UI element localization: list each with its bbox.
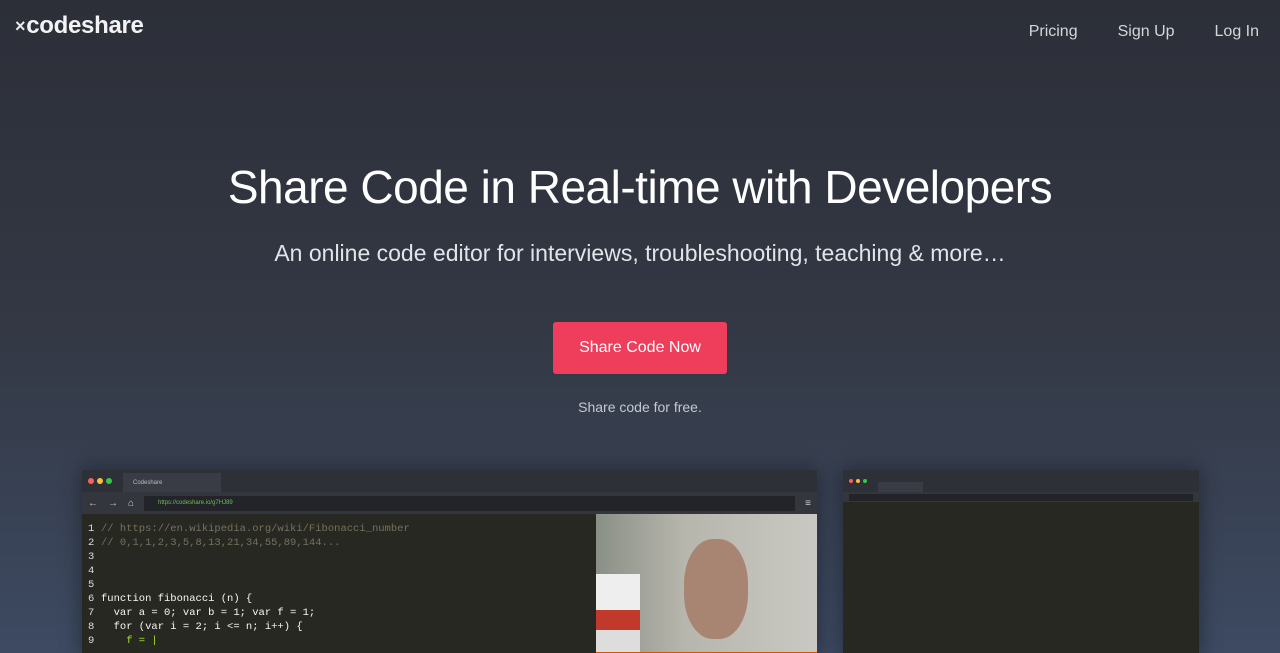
maximize-dot-icon: [863, 479, 867, 483]
nav-pricing[interactable]: Pricing: [1029, 23, 1078, 41]
share-code-now-button[interactable]: Share Code Now: [553, 322, 727, 374]
hero-subtitle: An online code editor for interviews, tr…: [274, 240, 1006, 266]
hero-title: Share Code in Real-time with Developers: [227, 161, 1053, 213]
home-icon: ⌂: [128, 497, 135, 509]
browser-tab: Codeshare: [123, 473, 221, 492]
top-nav: Pricing Sign Up Log In: [1029, 23, 1259, 41]
maximize-dot-icon: [106, 478, 112, 484]
plant-pot: [596, 574, 640, 653]
editor-preview-window: Codeshare ← → ⌂ https://codeshare.io/g7HJ8…: [82, 470, 817, 653]
back-icon: ←: [88, 497, 98, 509]
nav-sign-up[interactable]: Sign Up: [1118, 23, 1175, 41]
person-face: [684, 539, 748, 639]
nav-log-in[interactable]: Log In: [1215, 23, 1259, 41]
url-field: [849, 493, 1193, 501]
minimize-dot-icon: [856, 479, 860, 483]
close-dot-icon: [849, 479, 853, 483]
close-dot-icon: [88, 478, 94, 484]
logo-text: codeshare: [26, 12, 144, 39]
browser-tabbar: Codeshare: [82, 470, 817, 492]
video-chat-feed: [596, 514, 817, 653]
browser-tabbar: [843, 470, 1199, 492]
browser-tab: [878, 482, 923, 492]
menu-icon: ≡: [805, 497, 811, 509]
address-bar: [843, 492, 1199, 502]
address-bar: ← → ⌂ https://codeshare.io/g7HJ89 ≡: [82, 492, 817, 514]
logo[interactable]: × codeshare: [15, 12, 144, 40]
second-preview-window: [843, 470, 1199, 653]
forward-icon: →: [108, 497, 118, 509]
minimize-dot-icon: [97, 478, 103, 484]
editor-area: [843, 502, 1199, 653]
url-field: https://codeshare.io/g7HJ89: [144, 495, 796, 511]
free-note: Share code for free.: [578, 399, 702, 415]
logo-x-icon: ×: [15, 15, 26, 36]
